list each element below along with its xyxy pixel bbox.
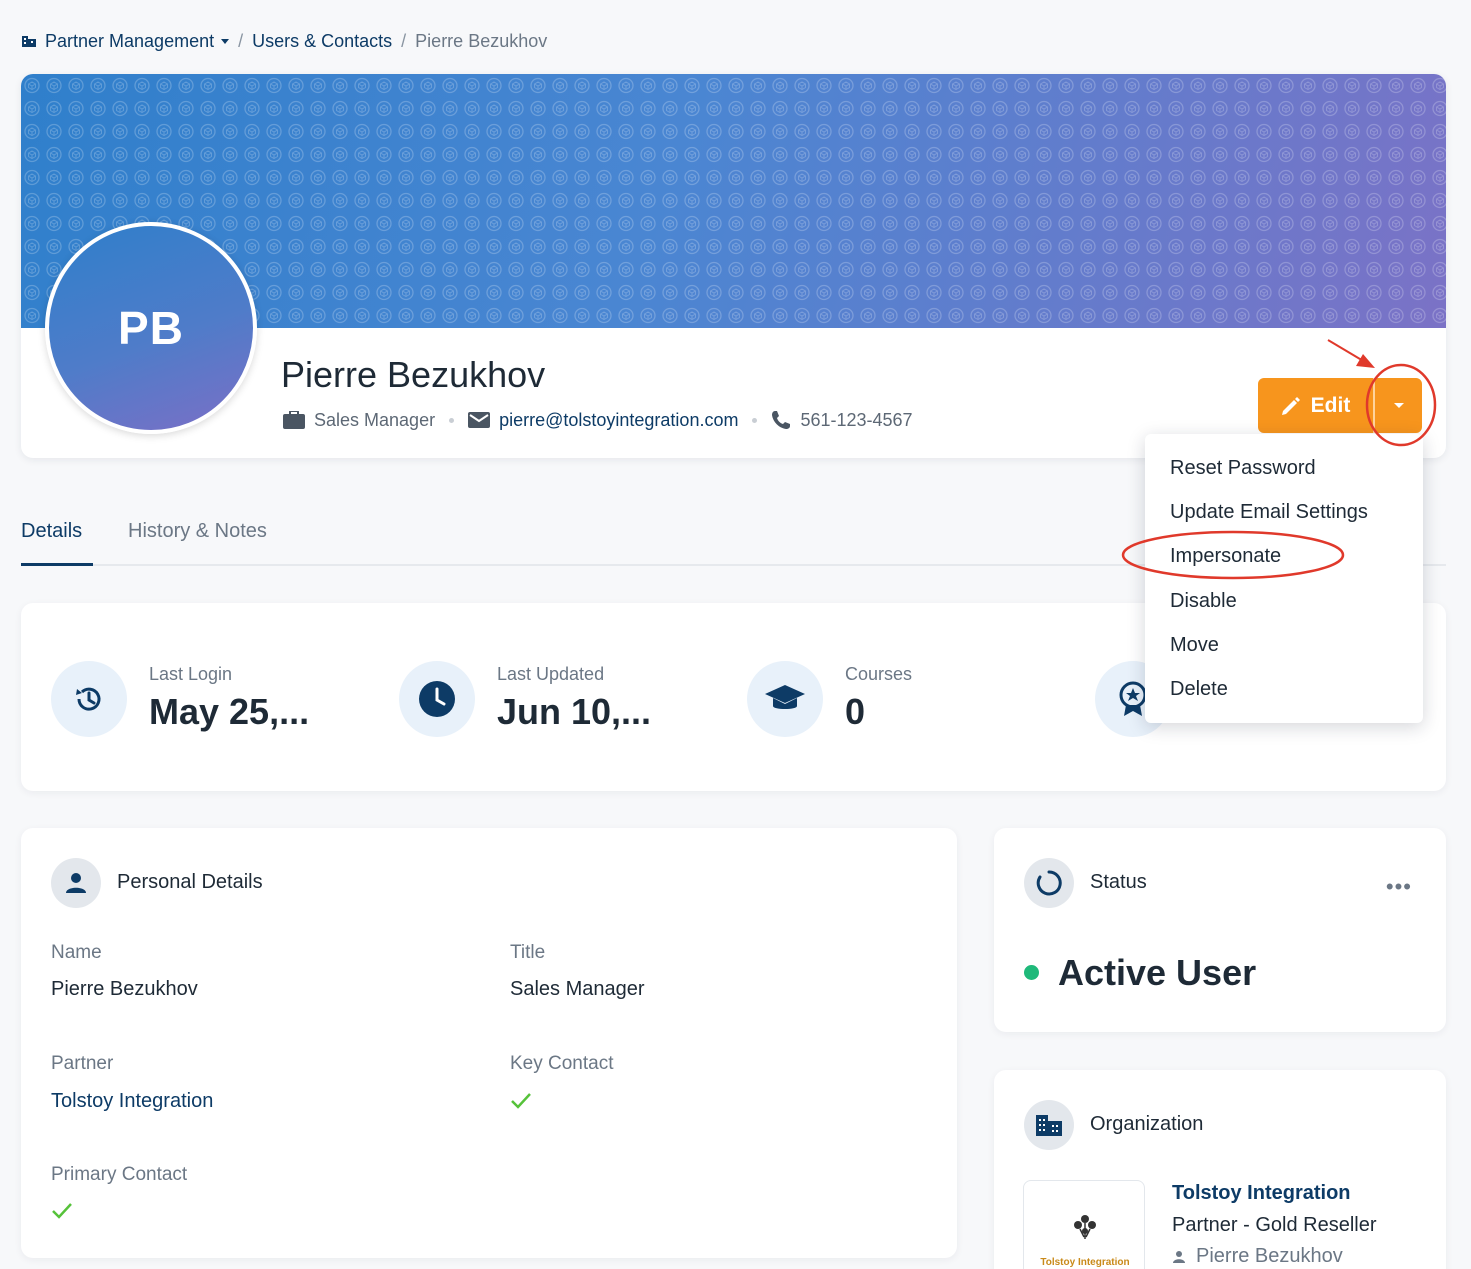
meta-separator [449,417,455,423]
profile-card: PB Pierre Bezukhov Sales Manager pierre@… [21,74,1446,458]
phone-icon [771,410,791,430]
menu-item-disable[interactable]: Disable [1145,579,1423,623]
history-icon [51,661,127,737]
status-ring-icon [1024,858,1074,908]
profile-meta: Sales Manager pierre@tolstoyintegration.… [283,408,913,432]
stat-courses-label: Courses [845,664,913,684]
title-label: Title [510,942,546,963]
organization-logo: Tolstoy Integration [1023,1180,1145,1269]
organization-type: Partner - Gold Reseller [1172,1214,1377,1236]
primary-contact-check-icon [51,1202,73,1225]
menu-item-move[interactable]: Move [1145,623,1423,667]
status-value: Active User [1058,952,1257,993]
stat-last-updated-value: Jun 10,... [497,691,652,732]
key-contact-check-icon [510,1092,532,1115]
breadcrumb-partner-management[interactable]: Partner Management [45,31,214,52]
mail-icon [468,412,491,428]
menu-item-delete[interactable]: Delete [1145,667,1423,711]
avatar: PB [45,222,257,434]
menu-item-reset-password[interactable]: Reset Password [1145,446,1423,490]
caret-down-icon [1393,403,1404,408]
organization-card: Organization Tolstoy Integration Tolstoy… [994,1070,1446,1269]
menu-item-update-email-settings[interactable]: Update Email Settings [1145,490,1423,534]
profile-job-title: Sales Manager [314,409,436,430]
clock-icon [399,661,475,737]
menu-item-impersonate[interactable]: Impersonate [1145,535,1423,579]
stat-last-updated-label: Last Updated [497,664,605,684]
more-options-icon[interactable]: ••• [1386,874,1412,900]
name-value: Pierre Bezukhov [51,978,198,1000]
organization-name-link[interactable]: Tolstoy Integration [1172,1182,1351,1205]
edit-button-label: Edit [1310,393,1351,417]
status-title: Status [1090,871,1147,893]
key-contact-label: Key Contact [510,1053,614,1074]
profile-email-link[interactable]: pierre@tolstoyintegration.com [499,410,738,431]
user-icon [51,858,101,908]
actions-dropdown-toggle[interactable] [1373,378,1422,433]
chevron-down-icon[interactable] [221,38,230,44]
personal-details-card: Personal Details Name Pierre Bezukhov Ti… [21,828,957,1258]
partner-link[interactable]: Tolstoy Integration [51,1090,213,1113]
name-label: Name [51,942,102,963]
organization-contact: Pierre Bezukhov [1172,1245,1343,1268]
avatar-initials: PB [118,302,184,354]
primary-contact-label: Primary Contact [51,1164,188,1185]
stat-last-login-value: May 25,... [149,691,310,732]
graduation-cap-icon [747,661,823,737]
briefcase-icon [283,411,305,429]
actions-dropdown-menu: Reset Password Update Email Settings Imp… [1145,434,1423,723]
breadcrumb-users-contacts[interactable]: Users & Contacts [252,31,392,52]
personal-details-title: Personal Details [117,871,263,893]
building-icon [22,35,36,47]
edit-button[interactable]: Edit [1258,378,1373,433]
pencil-icon [1281,396,1301,416]
title-value: Sales Manager [510,978,645,1000]
breadcrumb-separator: / [238,30,244,51]
person-icon [1172,1250,1186,1264]
tab-history-notes[interactable]: History & Notes [128,520,267,566]
organization-title: Organization [1090,1113,1204,1135]
breadcrumb-current: Pierre Bezukhov [415,30,548,51]
stat-last-login-label: Last Login [149,664,233,684]
organization-logo-text: Tolstoy Integration [1040,1257,1130,1268]
building-icon [1024,1100,1074,1150]
partner-label: Partner [51,1053,114,1074]
profile-name: Pierre Bezukhov [281,354,546,395]
tab-details[interactable]: Details [21,520,93,566]
meta-separator [752,417,758,423]
edit-button-group: Edit [1258,378,1422,433]
breadcrumb-separator: / [401,30,407,51]
stat-courses-value: 0 [845,691,866,732]
breadcrumb: Partner Management / Users & Contacts / … [22,30,547,52]
status-indicator [1024,965,1039,980]
organization-contact-name: Pierre Bezukhov [1196,1245,1343,1267]
profile-phone: 561-123-4567 [800,409,913,430]
status-card: Status ••• Active User [994,828,1446,1032]
